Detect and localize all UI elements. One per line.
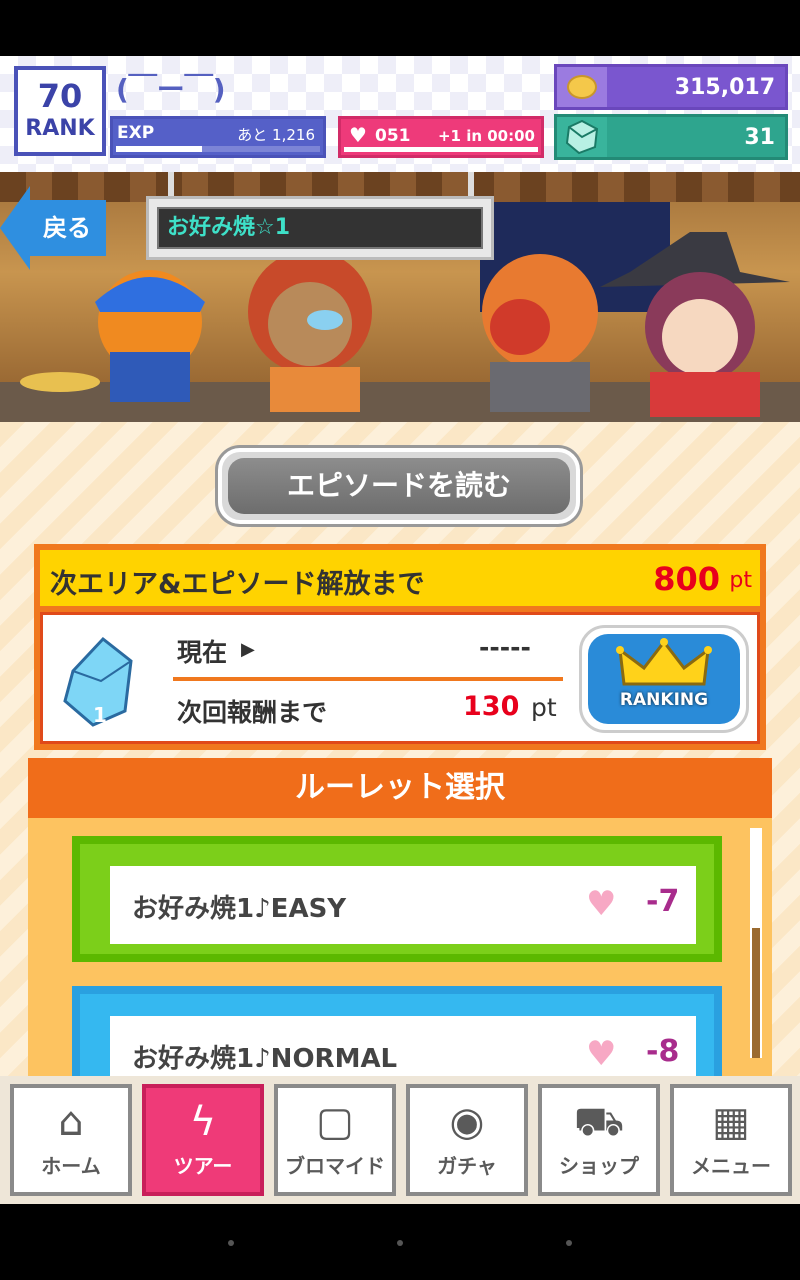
next-area-unit: pt <box>729 568 752 593</box>
heart-icon: ♥ <box>586 1034 617 1074</box>
heart-icon: ♥ <box>349 123 367 147</box>
scrollbar-thumb[interactable] <box>752 928 760 1058</box>
crown-icon <box>616 638 712 686</box>
nav-label: ショップ <box>559 1154 639 1178</box>
rank-label: RANK <box>25 116 95 141</box>
area-sign: お好み焼☆1 <box>146 196 494 260</box>
stamina-timer: +1 in 00:00 <box>437 127 535 145</box>
coin-counter[interactable]: 315,017 <box>554 64 788 110</box>
nav-gacha[interactable]: ◉ ガチャ <box>406 1084 528 1196</box>
roulette-item-label: お好み焼1♪NORMAL <box>132 1044 398 1074</box>
gem-icon <box>565 119 599 155</box>
crystal-count: 1 <box>93 703 107 727</box>
next-reward-value: 130 <box>463 691 520 722</box>
triangle-right-icon: ▶ <box>241 639 255 660</box>
heart-icon: ♥ <box>586 884 617 924</box>
stamina-track <box>344 147 538 152</box>
nav-label: ツアー <box>173 1154 233 1178</box>
grid-menu-icon: ▦ <box>712 1099 750 1145</box>
roulette-list[interactable]: お好み焼1♪EASY ♥ -7 お好み焼1♪NORMAL ♥ -8 <box>28 818 772 1076</box>
nav-home[interactable]: ⌂ ホーム <box>10 1084 132 1196</box>
gem-value: 31 <box>744 125 775 150</box>
next-area-value: 800 <box>653 560 720 598</box>
exp-remaining: あと 1,216 <box>237 126 315 144</box>
system-nav-dot <box>566 1240 572 1246</box>
nav-label: ブロマイド <box>285 1154 385 1178</box>
exp-fill <box>116 146 202 152</box>
band-illustration <box>0 232 800 422</box>
stamina-value: 051 <box>375 126 411 146</box>
roulette-item-cost: -8 <box>646 1034 680 1069</box>
exp-label: EXP <box>117 123 155 143</box>
back-button[interactable]: 戻る <box>0 186 110 270</box>
sign-chain <box>168 172 174 198</box>
current-value: ----- <box>479 633 531 662</box>
read-episode-label: エピソードを読む <box>228 458 570 514</box>
current-label: 現在 <box>177 638 228 667</box>
ranking-label: RANKING <box>619 690 709 710</box>
ranking-button[interactable]: RANKING <box>579 625 749 733</box>
rank-badge: 70 RANK <box>14 66 106 156</box>
rank-value: 70 <box>37 77 83 115</box>
nav-shop[interactable]: ⛟ ショップ <box>538 1084 660 1196</box>
sign-chain <box>468 172 474 198</box>
back-label: 戻る <box>28 200 106 256</box>
system-nav-dot <box>228 1240 234 1246</box>
nav-label: ガチャ <box>437 1154 497 1178</box>
player-name: (￣ー￣) <box>116 73 226 106</box>
roulette-title: ルーレット選択 <box>28 758 772 818</box>
nav-label: メニュー <box>691 1154 771 1178</box>
next-area-label: 次エリア&エピソード解放まで <box>50 569 425 600</box>
divider <box>173 677 563 681</box>
roulette-item-label: お好み焼1♪EASY <box>132 894 347 924</box>
area-name: お好み焼☆1 <box>157 207 483 249</box>
coin-icon <box>567 75 597 99</box>
status-bar <box>0 0 800 56</box>
nav-menu[interactable]: ▦ メニュー <box>670 1084 792 1196</box>
photo-cards-icon: ▢ <box>316 1099 354 1145</box>
coin-value: 315,017 <box>674 75 775 100</box>
nav-label: ホーム <box>41 1154 101 1178</box>
next-area-panel: 次エリア&エピソード解放まで 800 pt 1 現在 ▶ ----- 次回報酬ま… <box>34 544 766 750</box>
next-reward-label: 次回報酬まで <box>177 698 328 727</box>
roulette-item-cost: -7 <box>646 884 680 919</box>
lightning-icon: ϟ <box>189 1099 217 1145</box>
next-area-bar: 次エリア&エピソード解放まで 800 pt <box>40 550 760 606</box>
next-reward-unit: pt <box>531 693 557 722</box>
drummer-character <box>20 270 205 402</box>
progress-panel: 1 現在 ▶ ----- 次回報酬まで 130 pt RANKING <box>40 612 760 744</box>
cart-icon: ⛟ <box>573 1099 625 1145</box>
read-episode-button[interactable]: エピソードを読む <box>218 448 580 524</box>
gem-counter[interactable]: 31 <box>554 114 788 160</box>
roulette-item-normal[interactable]: お好み焼1♪NORMAL ♥ -8 <box>72 986 722 1076</box>
camera-icon: ◉ <box>449 1099 485 1145</box>
bassist-character <box>482 254 598 412</box>
nav-bromide[interactable]: ▢ ブロマイド <box>274 1084 396 1196</box>
roulette-item-easy[interactable]: お好み焼1♪EASY ♥ -7 <box>72 836 722 962</box>
stamina-bar: ♥ 051 +1 in 00:00 <box>338 116 544 158</box>
exp-bar: EXP あと 1,216 <box>110 116 326 158</box>
exp-track <box>116 146 320 152</box>
home-icon: ⌂ <box>58 1099 84 1145</box>
system-nav-dot <box>397 1240 403 1246</box>
nav-tour[interactable]: ϟ ツアー <box>142 1084 264 1196</box>
back-arrow-icon <box>0 186 30 270</box>
